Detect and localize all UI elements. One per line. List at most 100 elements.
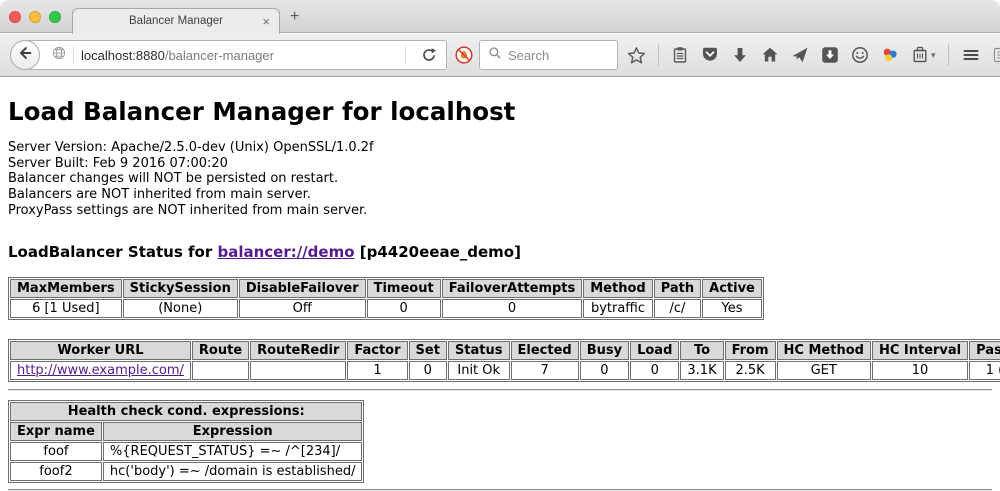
col-header: HC Interval xyxy=(872,341,968,360)
notice-proxypass: ProxyPass settings are NOT inherited fro… xyxy=(8,203,992,219)
minimize-window-button[interactable] xyxy=(29,11,41,23)
cell xyxy=(192,361,249,380)
cell: 3.1K xyxy=(680,361,723,380)
table-title-row: Health check cond. expressions: xyxy=(10,402,362,421)
cell: 1 (0) xyxy=(969,361,1000,380)
col-header: Method xyxy=(583,279,652,298)
col-header: Path xyxy=(654,279,701,298)
col-header: Expression xyxy=(103,422,363,441)
balancer-table: MaxMembers StickySession DisableFailover… xyxy=(8,277,764,320)
browser-tab[interactable]: Balancer Manager × xyxy=(72,8,280,34)
cell: 0 xyxy=(630,361,679,380)
worker-table: Worker URL Route RouteRedir Factor Set S… xyxy=(8,339,1000,382)
divider xyxy=(8,389,992,391)
balancer-heading-suffix: [p4420eeae_demo] xyxy=(355,243,521,261)
table-header-row: Expr name Expression xyxy=(10,422,362,441)
balancer-heading-prefix: LoadBalancer Status for xyxy=(8,243,217,261)
server-version: Server Version: Apache/2.5.0-dev (Unix) … xyxy=(8,140,992,156)
worker-url-cell: http://www.example.com/ xyxy=(10,361,191,380)
health-check-table: Health check cond. expressions: Expr nam… xyxy=(8,400,364,483)
cell: Off xyxy=(239,299,366,318)
cell: Yes xyxy=(702,299,762,318)
page-title: Load Balancer Manager for localhost xyxy=(8,97,992,126)
tab-title: Balancer Manager xyxy=(73,15,279,27)
window-titlebar: Balancer Manager × + xyxy=(0,0,1000,33)
worker-url-link[interactable]: http://www.example.com/ xyxy=(17,363,184,378)
globe-icon xyxy=(52,46,66,65)
divider xyxy=(8,489,992,491)
cell: GET xyxy=(777,361,871,380)
server-built: Server Built: Feb 9 2016 07:00:20 xyxy=(8,156,992,172)
url-host: localhost:8880 xyxy=(81,48,165,63)
feedback-smiley-icon[interactable] xyxy=(851,46,869,64)
toolbar-icons: ▾ xyxy=(627,34,1000,76)
col-header: Passes xyxy=(969,341,1000,360)
col-header: Route xyxy=(192,341,249,360)
window-controls xyxy=(9,11,61,23)
table-row: http://www.example.com/ 1 0 Init Ok 7 0 … xyxy=(10,361,1000,380)
cell: Init Ok xyxy=(448,361,510,380)
bookmarks-clipboard-icon[interactable] xyxy=(671,46,689,64)
col-header: Worker URL xyxy=(10,341,191,360)
send-plane-icon[interactable] xyxy=(791,46,809,64)
cell: 7 xyxy=(511,361,579,380)
col-header: Status xyxy=(448,341,510,360)
cell: 1 xyxy=(347,361,407,380)
table-row: 6 [1 Used] (None) Off 0 0 bytraffic /c/ … xyxy=(10,299,762,318)
browser-window: Balancer Manager × + localhost:8880/bala… xyxy=(0,0,1000,491)
table-header-row: MaxMembers StickySession DisableFailover… xyxy=(10,279,762,298)
download-arrow-icon[interactable] xyxy=(731,46,749,64)
download-panel-icon[interactable] xyxy=(821,46,839,64)
tab-close-icon[interactable]: × xyxy=(262,14,270,29)
col-header: Expr name xyxy=(10,422,102,441)
toolbar-divider xyxy=(658,44,659,66)
url-bar[interactable]: localhost:8880/balancer-manager xyxy=(26,40,447,70)
col-header: Load xyxy=(630,341,679,360)
close-window-button[interactable] xyxy=(9,11,21,23)
zoom-window-button[interactable] xyxy=(49,11,61,23)
cell: 2.5K xyxy=(725,361,776,380)
col-header: Factor xyxy=(347,341,407,360)
bookmark-star-icon[interactable] xyxy=(627,46,646,65)
cell: hc('body') =~ /domain is established/ xyxy=(103,462,363,481)
menu-hamburger-icon[interactable] xyxy=(961,46,981,64)
new-tab-button[interactable]: + xyxy=(290,9,299,25)
col-header: Active xyxy=(702,279,762,298)
balancer-heading: LoadBalancer Status for balancer://demo … xyxy=(8,243,992,261)
chevron-down-icon[interactable]: ▾ xyxy=(931,50,936,61)
search-input[interactable] xyxy=(508,48,611,63)
col-header: HC Method xyxy=(777,341,871,360)
col-header: StickySession xyxy=(123,279,238,298)
back-button[interactable] xyxy=(10,40,40,70)
color-palette-icon[interactable] xyxy=(881,46,899,64)
home-icon[interactable] xyxy=(761,46,779,64)
col-header: Elected xyxy=(511,341,579,360)
navigation-toolbar: localhost:8880/balancer-manager xyxy=(0,34,1000,77)
table-row: foof2 hc('body') =~ /domain is establish… xyxy=(10,462,362,481)
cell: 0 xyxy=(442,299,583,318)
cell: %{REQUEST_STATUS} =~ /^[234]/ xyxy=(103,442,363,461)
reload-divider xyxy=(405,46,406,64)
flashblock-icon[interactable] xyxy=(455,46,473,69)
cell: 0 xyxy=(580,361,629,380)
url-divider xyxy=(73,46,74,64)
container-icon[interactable]: ▾ xyxy=(911,46,936,64)
cell: (None) xyxy=(123,299,238,318)
table-row: foof %{REQUEST_STATUS} =~ /^[234]/ xyxy=(10,442,362,461)
col-header: Set xyxy=(409,341,447,360)
col-header: DisableFailover xyxy=(239,279,366,298)
search-icon xyxy=(488,46,502,65)
search-bar[interactable] xyxy=(479,40,618,70)
col-header: FailoverAttempts xyxy=(442,279,583,298)
balancer-demo-link[interactable]: balancer://demo xyxy=(217,243,354,261)
reload-button[interactable] xyxy=(421,47,437,63)
notice-inherit: Balancers are NOT inherited from main se… xyxy=(8,187,992,203)
cell: 6 [1 Used] xyxy=(10,299,122,318)
url-path: /balancer-manager xyxy=(165,48,274,63)
page-content: Load Balancer Manager for localhost Serv… xyxy=(0,78,1000,491)
back-arrow-icon xyxy=(17,45,33,66)
tab-groups-icon[interactable] xyxy=(993,46,1000,64)
cell xyxy=(250,361,346,380)
col-header: To xyxy=(680,341,723,360)
pocket-icon[interactable] xyxy=(701,46,719,64)
